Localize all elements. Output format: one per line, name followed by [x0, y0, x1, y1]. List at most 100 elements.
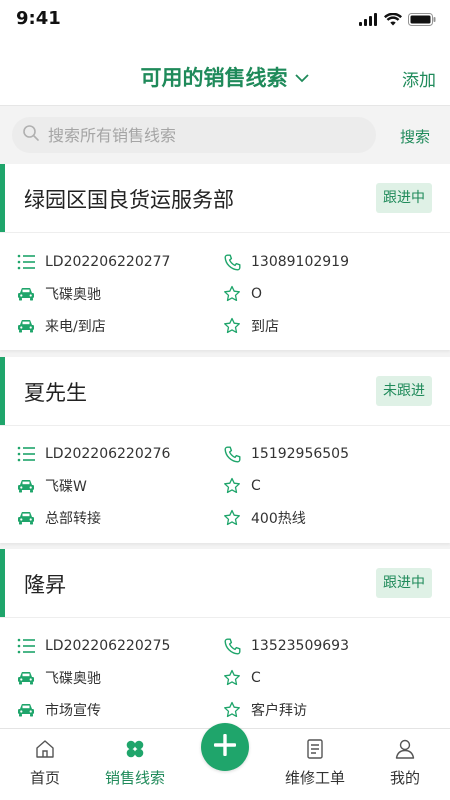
document-icon — [304, 737, 326, 761]
phone-row[interactable]: 15192956505 — [223, 443, 349, 465]
lead-id-row: LD202206220277 — [17, 251, 170, 273]
chevron-down-icon — [294, 65, 310, 89]
star-icon — [223, 669, 241, 687]
search-input[interactable] — [48, 125, 358, 145]
lead-id: LD202206220275 — [45, 638, 171, 654]
intent-level-row: C — [223, 475, 261, 497]
lead-id-row: LD202206220275 — [17, 635, 170, 657]
visit-type: 客户拜访 — [251, 703, 307, 719]
vehicle-model: 飞碟奥驰 — [45, 287, 101, 303]
tab-profile-label: 我的 — [389, 769, 420, 787]
search-box[interactable] — [12, 117, 376, 153]
divider — [0, 232, 450, 233]
card-accent-bar — [0, 357, 5, 425]
battery-icon — [408, 11, 436, 30]
status-time: 9:41 — [16, 8, 61, 29]
visit-type-row: 客户拜访 — [223, 699, 307, 721]
bottom-tab-bar: 首页 销售线索 维修工单 我的 — [0, 723, 450, 800]
status-badge: 跟进中 — [376, 183, 432, 213]
phone-number: 13523509693 — [251, 638, 349, 654]
lead-card[interactable]: 夏先生 未跟进 LD202206220276 15192956505 飞碟W C… — [0, 357, 450, 543]
visit-type: 到店 — [251, 319, 279, 335]
status-icons — [359, 11, 436, 30]
lead-name: 绿园区国良货运服务部 — [24, 188, 234, 212]
intent-level-row: O — [223, 283, 262, 305]
create-button[interactable] — [201, 723, 249, 771]
clover-icon — [124, 737, 146, 761]
search-bar: 搜索 — [0, 107, 450, 163]
tab-repair-orders-label: 维修工单 — [284, 769, 345, 787]
card-accent-bar — [0, 549, 5, 617]
vehicle-model-row: 飞碟奥驰 — [17, 283, 101, 305]
tab-sales-leads[interactable]: 销售线索 — [98, 729, 172, 800]
page-title: 可用的销售线索 — [140, 66, 288, 90]
add-button[interactable]: 添加 — [402, 66, 436, 91]
phone-icon — [223, 445, 241, 463]
card-accent-bar — [0, 164, 5, 232]
tab-profile[interactable]: 我的 — [380, 729, 430, 800]
search-button[interactable]: 搜索 — [400, 126, 430, 147]
star-icon — [223, 477, 241, 495]
visit-type-row: 400热线 — [223, 507, 306, 529]
star-icon — [223, 285, 241, 303]
visit-type: 400热线 — [251, 511, 306, 527]
intent-level: O — [251, 286, 263, 302]
phone-number: 15192956505 — [251, 446, 349, 462]
star-icon — [223, 509, 241, 527]
intent-level: C — [251, 478, 261, 494]
vehicle-model-row: 飞碟W — [17, 475, 87, 497]
car-icon — [17, 701, 35, 719]
lead-card[interactable]: 隆昇 跟进中 LD202206220275 13523509693 飞碟奥驰 C… — [0, 549, 450, 735]
vehicle-model: 飞碟奥驰 — [45, 671, 101, 687]
lead-card[interactable]: 绿园区国良货运服务部 跟进中 LD202206220277 1308910291… — [0, 164, 450, 350]
list-icon — [17, 637, 35, 655]
car-icon — [17, 317, 35, 335]
status-badge: 未跟进 — [376, 376, 432, 406]
lead-id: LD202206220276 — [45, 446, 171, 462]
person-icon — [394, 737, 416, 761]
list-icon — [17, 445, 35, 463]
lead-id: LD202206220277 — [45, 254, 171, 270]
intent-level-row: C — [223, 667, 261, 689]
phone-row[interactable]: 13523509693 — [223, 635, 349, 657]
visit-type-row: 到店 — [223, 315, 279, 337]
status-badge: 跟进中 — [376, 568, 432, 598]
phone-number: 13089102919 — [251, 254, 349, 270]
lead-filter-dropdown[interactable]: 可用的销售线索 — [0, 62, 450, 92]
signal-icon — [359, 11, 378, 30]
vehicle-model-row: 飞碟奥驰 — [17, 667, 101, 689]
vehicle-model: 飞碟W — [45, 479, 87, 495]
home-icon — [34, 737, 56, 761]
phone-icon — [223, 637, 241, 655]
tab-sales-leads-label: 销售线索 — [104, 769, 165, 787]
lead-source-row: 市场宣传 — [17, 699, 101, 721]
app-screen: 9:41 可用的销售线索 添加 搜索所有销售线索 搜索 绿园区国良货运服务部 跟… — [0, 0, 450, 800]
divider — [0, 425, 450, 426]
intent-level: C — [251, 670, 261, 686]
car-icon — [17, 669, 35, 687]
divider — [0, 617, 450, 618]
lead-source: 来电/到店 — [45, 319, 106, 335]
lead-name: 隆昇 — [24, 573, 66, 597]
plus-icon — [212, 732, 238, 762]
lead-source-row: 来电/到店 — [17, 315, 106, 337]
lead-source: 市场宣传 — [45, 703, 101, 719]
status-bar: 9:41 — [0, 0, 450, 38]
tab-home-label: 首页 — [29, 769, 60, 787]
car-icon — [17, 509, 35, 527]
phone-icon — [223, 253, 241, 271]
lead-source: 总部转接 — [45, 511, 101, 527]
lead-source-row: 总部转接 — [17, 507, 101, 529]
wifi-icon — [384, 11, 402, 30]
tab-repair-orders[interactable]: 维修工单 — [278, 729, 352, 800]
header: 可用的销售线索 添加 — [0, 38, 450, 106]
star-icon — [223, 317, 241, 335]
search-icon — [22, 124, 40, 146]
lead-name: 夏先生 — [24, 381, 87, 405]
tab-home[interactable]: 首页 — [20, 729, 70, 800]
star-icon — [223, 701, 241, 719]
phone-row[interactable]: 13089102919 — [223, 251, 349, 273]
list-icon — [17, 253, 35, 271]
car-icon — [17, 477, 35, 495]
car-icon — [17, 285, 35, 303]
